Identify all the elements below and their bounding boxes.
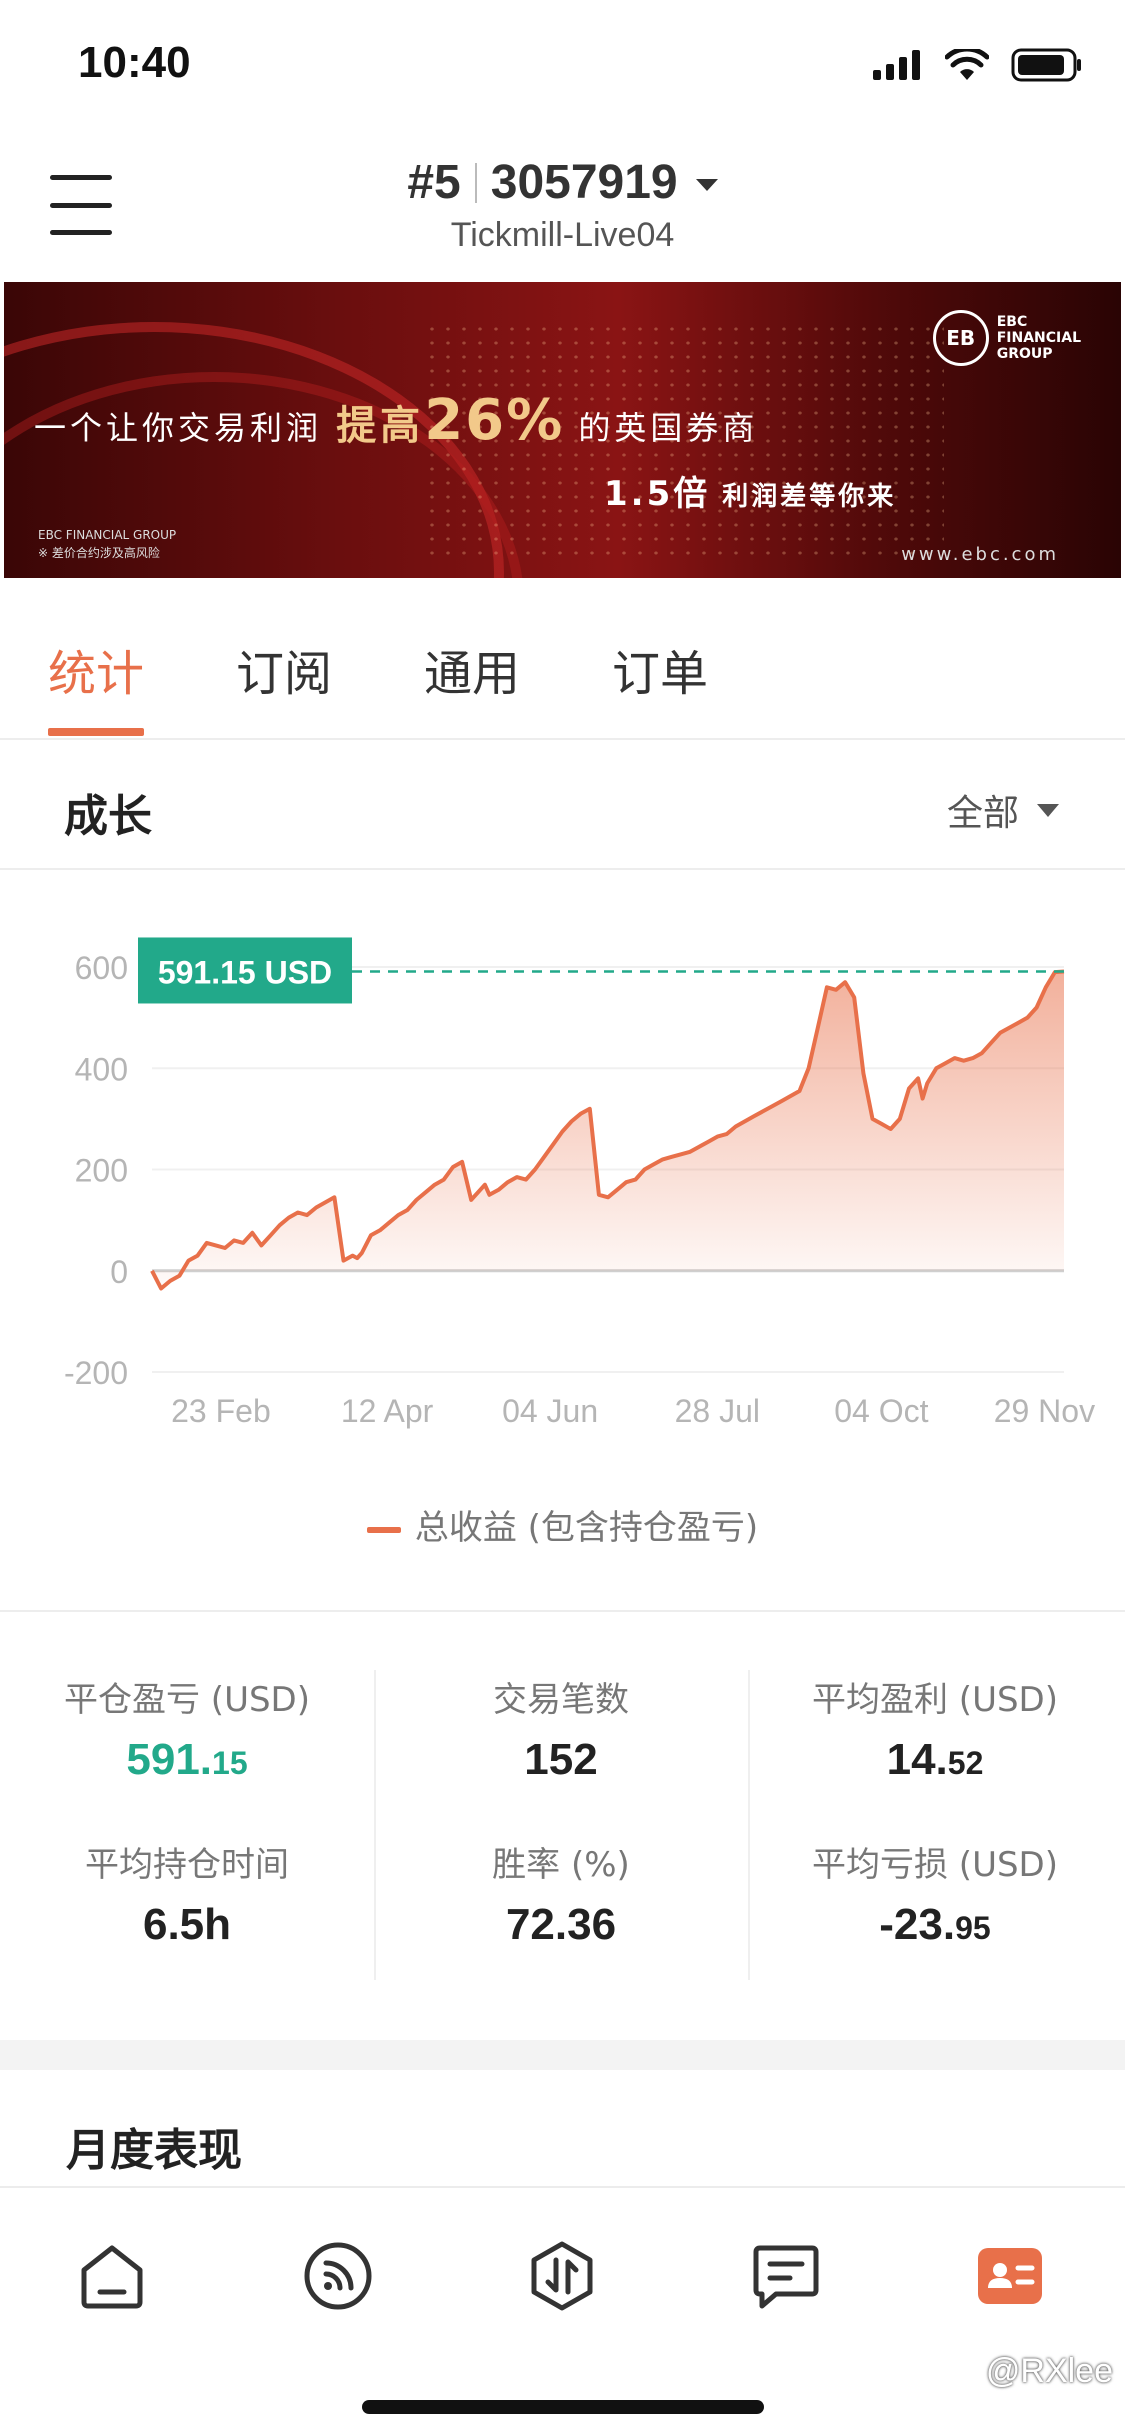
bottom-nav: @RXlee — [0, 2186, 1125, 2436]
x-tick-label: 04 Oct — [834, 1393, 928, 1429]
section-separator — [0, 2040, 1125, 2070]
tab-bar: 统计 订阅 通用 订单 — [0, 578, 1125, 740]
y-tick-label: 600 — [75, 950, 128, 986]
x-tick-label: 04 Jun — [502, 1393, 598, 1429]
wifi-icon — [945, 49, 989, 80]
legend-label: 总收益 (包含持仓盈亏) — [414, 1508, 759, 1548]
stats-column-3: 平均盈利 (USD) 14.52 平均亏损 (USD) -23.95 — [748, 1672, 1122, 2002]
tab-subscription[interactable]: 订阅 — [236, 578, 332, 738]
trade-icon — [531, 2241, 593, 2311]
tab-general[interactable]: 通用 — [424, 578, 520, 738]
message-icon — [753, 2245, 819, 2309]
y-tick-label: 0 — [110, 1254, 128, 1290]
status-time: 10:40 — [78, 38, 191, 87]
x-tick-label: 12 Apr — [341, 1393, 434, 1429]
x-tick-label: 28 Jul — [675, 1393, 760, 1429]
avg-profit-label: 平均盈利 (USD) — [812, 1680, 1058, 1720]
nav-signals[interactable] — [298, 2236, 378, 2316]
range-dropdown[interactable]: 全部 — [947, 784, 1059, 836]
banner-logo: EB EBC FINANCIAL GROUP — [932, 310, 1081, 366]
watermark: @RXlee — [985, 2352, 1113, 2390]
tab-statistics[interactable]: 统计 — [48, 578, 145, 738]
monthly-title: 月度表现 — [66, 2125, 242, 2176]
account-divider — [474, 162, 477, 203]
legend-swatch — [366, 1526, 401, 1533]
win-rate-value: 72.36 — [505, 1900, 617, 1949]
status-bar: 10:40 — [0, 0, 1125, 135]
tab-orders[interactable]: 订单 — [612, 578, 708, 738]
account-index: #5 — [407, 156, 461, 209]
promo-banner[interactable]: EB EBC FINANCIAL GROUP 一个让你交易利润 提高26% 的英… — [4, 282, 1121, 578]
monthly-section: 月度表现 — [0, 2070, 1125, 2185]
battery-icon — [1011, 48, 1081, 82]
chart-legend: 总收益 (包含持仓盈亏) — [0, 1500, 1125, 1549]
account-number: 3057919 — [490, 156, 678, 209]
growth-title: 成长 — [64, 791, 152, 842]
series-area — [152, 971, 1064, 1289]
y-tick-label: 200 — [75, 1153, 128, 1189]
y-tick-label: -200 — [64, 1355, 128, 1391]
growth-header: 成长 全部 — [0, 742, 1125, 870]
banner-headline: 一个让你交易利润 提高26% 的英国券商 — [34, 388, 759, 453]
banner-disclaimer: EBC FINANCIAL GROUP ※ 差价合约涉及高风险 — [38, 528, 177, 560]
signal-feed-icon — [304, 2242, 372, 2310]
ebc-logo-icon: EB — [932, 310, 989, 366]
current-value-label: 591.15 USD — [158, 954, 332, 990]
active-tab-indicator — [48, 728, 145, 736]
chevron-down-icon — [695, 178, 718, 191]
home-indicator[interactable] — [362, 2400, 764, 2414]
nav-trade[interactable] — [522, 2236, 602, 2316]
cellular-signal-icon — [873, 50, 920, 80]
win-rate-label: 胜率 (%) — [492, 1845, 630, 1885]
trade-count-label: 交易笔数 — [493, 1680, 629, 1720]
profile-card-icon — [978, 2248, 1042, 2304]
avg-profit-value: 14.52 — [886, 1735, 984, 1784]
stats-column-1: 平仓盈亏 (USD) 591.15 平均持仓时间 6.5h — [0, 1672, 374, 2002]
x-tick-label: 23 Feb — [171, 1393, 271, 1429]
growth-chart: 600 400 200 0 -200 23 Feb 12 Apr 04 Jun 28 Jul 04… — [0, 872, 1125, 1607]
stats-column-2: 交易笔数 152 胜率 (%) 72.36 — [374, 1672, 748, 2002]
dropdown-arrow-icon — [1037, 803, 1059, 817]
avg-loss-value: -23.95 — [879, 1900, 991, 1949]
home-icon — [81, 2245, 143, 2309]
app-header: #5 3057919 Tickmill-Live04 — [0, 135, 1125, 280]
x-tick-label: 29 Nov — [994, 1393, 1095, 1429]
status-icons — [873, 48, 1083, 82]
y-tick-label: 400 — [75, 1051, 128, 1087]
growth-chart-svg: 600 400 200 0 -200 23 Feb 12 Apr 04 Jun 28 Jul 04… — [64, 937, 1095, 1429]
avg-loss-label: 平均亏损 (USD) — [812, 1845, 1058, 1885]
banner-url: www.ebc.com — [901, 544, 1059, 565]
stats-panel: 平仓盈亏 (USD) 591.15 平均持仓时间 6.5h 交易笔数 152 胜… — [0, 1610, 1125, 2040]
avg-hold-time-value: 6.5h — [142, 1900, 232, 1949]
trade-count-value: 152 — [524, 1735, 598, 1784]
closed-pnl-value: 591.15 — [126, 1735, 248, 1784]
nav-home[interactable] — [72, 2236, 152, 2316]
banner-subline: 1.5倍 利润差等你来 — [604, 474, 897, 514]
server-name: Tickmill-Live04 — [450, 216, 675, 254]
avg-hold-time-label: 平均持仓时间 — [85, 1845, 289, 1885]
account-switcher[interactable]: #5 3057919 Tickmill-Live04 — [0, 155, 1125, 255]
nav-profile[interactable] — [970, 2236, 1050, 2316]
closed-pnl-label: 平仓盈亏 (USD) — [64, 1680, 310, 1720]
nav-messages[interactable] — [746, 2236, 826, 2316]
